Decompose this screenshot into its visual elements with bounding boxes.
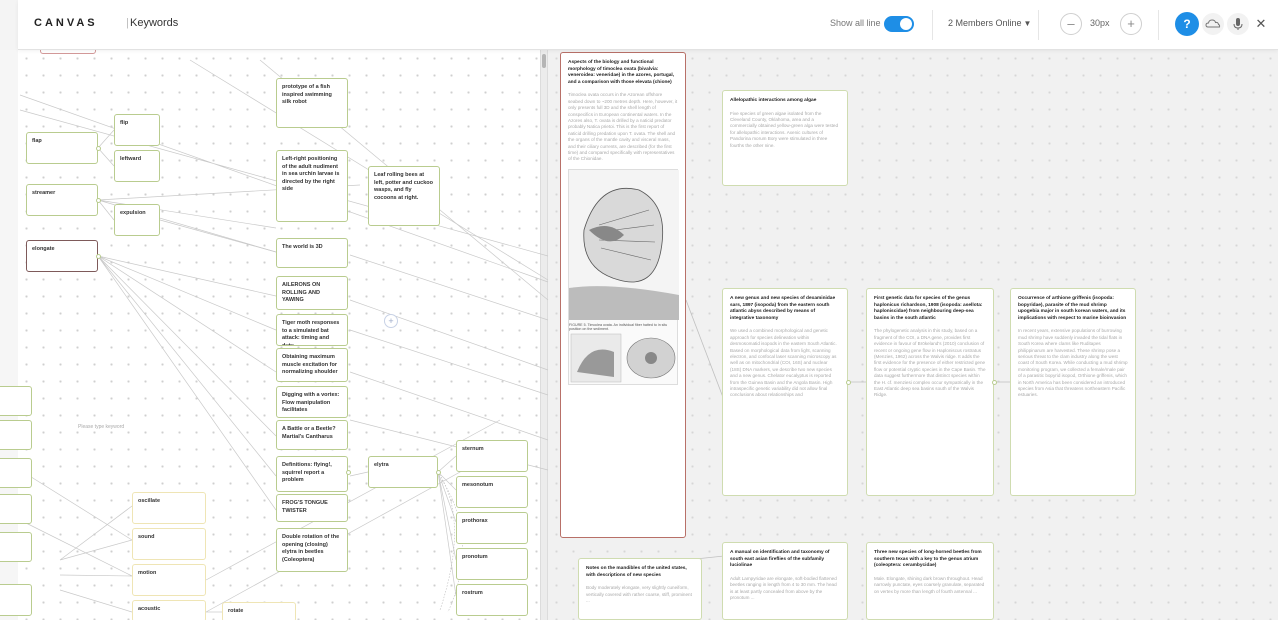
shell-illustration bbox=[569, 169, 679, 320]
keyword-node-sound[interactable]: sound bbox=[132, 528, 206, 560]
page-title: Keywords bbox=[130, 17, 179, 29]
paper-title: Occurrence of arthione griffenis (isopod… bbox=[1018, 296, 1127, 321]
keyword-node-left-right[interactable]: Left-right positioning of the adult nudi… bbox=[276, 150, 348, 222]
keyword-node-acoustic[interactable]: acoustic bbox=[132, 600, 206, 620]
paper-title: A manual on identification and taxonomy … bbox=[730, 550, 830, 569]
keyword-node-ailerons[interactable]: AILERONS ON ROLLING AND YAWING bbox=[276, 276, 348, 310]
keyword-node-prothorax[interactable]: prothorax bbox=[456, 512, 528, 544]
chevron-down-icon: ▼ bbox=[1023, 19, 1032, 28]
paper-card-arthione[interactable]: Occurrence of arthione griffenis (isopod… bbox=[1010, 288, 1136, 496]
keyword-node-frogs-tongue[interactable]: FROG'S TONGUE TWISTER bbox=[276, 494, 348, 522]
keyword-node-partial[interactable] bbox=[0, 494, 32, 524]
connector-port[interactable] bbox=[436, 470, 441, 475]
keyword-node-definitions[interactable]: Definitions: flying!, squirrel report a … bbox=[276, 456, 348, 492]
keyword-node-motion[interactable]: motion bbox=[132, 564, 206, 596]
keyword-node-sternum[interactable]: sternum bbox=[456, 440, 528, 472]
connector-port[interactable] bbox=[992, 380, 997, 385]
members-online-label: 2 Members Online bbox=[948, 18, 1022, 28]
splitter-grip-icon[interactable] bbox=[542, 54, 546, 68]
show-all-lines-label: Show all line bbox=[830, 18, 881, 28]
keyword-node-leftward[interactable]: leftward bbox=[114, 150, 160, 182]
keyword-node-pronotum[interactable]: pronotum bbox=[456, 548, 528, 580]
toolbar-divider bbox=[932, 10, 933, 40]
paper-abstract: The phylogenetic analysis in this study,… bbox=[874, 328, 986, 398]
figure-plates bbox=[570, 333, 676, 383]
paper-title: Notes on the mandibles of the united sta… bbox=[586, 566, 687, 578]
app-logo[interactable]: CANVAS bbox=[34, 17, 98, 29]
connector-port[interactable] bbox=[846, 380, 851, 385]
paper-abstract: Body moderately elongate, very slightly … bbox=[586, 585, 692, 603]
figure-caption: FIGURE 5. Timoclea ovata. An individual … bbox=[569, 322, 668, 332]
keyword-node-partial[interactable] bbox=[0, 584, 32, 616]
paper-abstract: Adult Lampyridae are elongate, soft-bodi… bbox=[730, 575, 837, 600]
keyword-node-digging[interactable]: Digging with a vortex: Flow manipulation… bbox=[276, 386, 348, 418]
keyword-node-mesonotum[interactable]: mesonotum bbox=[456, 476, 528, 508]
paper-abstract: In recent years, extensive populations o… bbox=[1018, 328, 1128, 398]
paper-card-haplonicus[interactable]: First genetic data for species of the ge… bbox=[866, 288, 994, 496]
connector-port[interactable] bbox=[346, 470, 351, 475]
paper-card-longhorned[interactable]: Three new species of long-horned beetles… bbox=[866, 542, 994, 620]
keyword-input-placeholder[interactable]: Please type keyword bbox=[78, 424, 158, 436]
keyword-node-flap[interactable]: flap bbox=[26, 132, 98, 164]
toolbar-divider bbox=[1038, 10, 1039, 40]
connector-port[interactable] bbox=[96, 198, 101, 203]
zoom-out-button[interactable]: – bbox=[1060, 13, 1082, 35]
paper-abstract: Timoclea ovata occurs in the Azorean off… bbox=[568, 92, 678, 162]
keyword-node-flip[interactable]: flip bbox=[114, 114, 160, 146]
paper-card-allelopathic[interactable]: Allelopathic interactions among algae Fi… bbox=[722, 90, 848, 186]
keyword-node-partial[interactable] bbox=[0, 458, 32, 488]
paper-abstract: Five species of green algae isolated fro… bbox=[730, 110, 839, 148]
paper-card-fireflies[interactable]: A manual on identification and taxonomy … bbox=[722, 542, 848, 620]
add-node-button[interactable]: + bbox=[384, 314, 398, 328]
keyword-node-oscillate[interactable]: oscillate bbox=[132, 492, 206, 524]
keyword-node-partial[interactable] bbox=[0, 420, 32, 450]
zoom-in-button[interactable]: + bbox=[1120, 13, 1142, 35]
paper-title: Three new species of long-horned beetles… bbox=[874, 550, 982, 569]
keyword-node-double-rotation[interactable]: Double rotation of the opening (closing)… bbox=[276, 528, 348, 572]
keyword-node-partial[interactable] bbox=[0, 386, 32, 416]
keyword-node-expulsion[interactable]: expulsion bbox=[114, 204, 160, 236]
paper-abstract: We used a combined morphological and gen… bbox=[730, 328, 837, 398]
keyword-node-rostrum[interactable]: rostrum bbox=[456, 584, 528, 616]
keyword-node-prototype[interactable]: prototype of a fish inspired swimming si… bbox=[276, 78, 348, 128]
toolbar-divider bbox=[1158, 10, 1159, 40]
toggle-knob bbox=[900, 18, 912, 30]
cloud-sync-icon[interactable] bbox=[1201, 12, 1225, 36]
paper-title: A new genus and new species of dexaminid… bbox=[730, 296, 836, 321]
zoom-level: 30px bbox=[1090, 18, 1110, 28]
keyword-node-obtaining[interactable]: Obtaining maximum muscle excitation for … bbox=[276, 348, 348, 382]
title-separator: | bbox=[126, 17, 129, 29]
close-icon[interactable]: ✕ bbox=[1251, 12, 1271, 36]
keyword-node-tiger-moth[interactable]: Tiger moth responses to a simulated bat … bbox=[276, 314, 348, 346]
keyword-node-partial[interactable] bbox=[0, 532, 32, 562]
paper-card-mandibles[interactable]: Notes on the mandibles of the united sta… bbox=[578, 558, 702, 620]
keyword-node-battle-beetle[interactable]: A Battle or a Beetle? Martial's Cantharu… bbox=[276, 420, 348, 450]
keyword-node-elytra[interactable]: elytra bbox=[368, 456, 438, 488]
connector-port[interactable] bbox=[96, 254, 101, 259]
keyword-node-world-3d[interactable]: The world is 3D bbox=[276, 238, 348, 268]
paper-card-timoclea[interactable]: Aspects of the biology and functional mo… bbox=[560, 52, 686, 538]
keyword-node-leaf-rolling[interactable]: Leaf rolling bees at left, potter and cu… bbox=[368, 166, 440, 226]
members-online-dropdown[interactable]: 2 Members Online ▼ bbox=[948, 18, 1031, 28]
paper-title: Allelopathic interactions among algae bbox=[730, 98, 817, 103]
paper-card-dexaminid[interactable]: A new genus and new species of dexaminid… bbox=[722, 288, 848, 496]
paper-figure: FIGURE 5. Timoclea ovata. An individual … bbox=[568, 168, 679, 386]
keyword-node-rotate[interactable]: rotate bbox=[222, 602, 296, 620]
panel-splitter[interactable] bbox=[540, 50, 548, 620]
keyword-node-elongate[interactable]: elongate bbox=[26, 240, 98, 272]
connector-port[interactable] bbox=[96, 146, 101, 151]
keyword-node-streamer[interactable]: streamer bbox=[26, 184, 98, 216]
paper-title: Aspects of the biology and functional mo… bbox=[568, 60, 675, 85]
paper-abstract: Male. Elongate, shining dark brown throu… bbox=[874, 575, 985, 594]
paper-title: First genetic data for species of the ge… bbox=[874, 296, 983, 321]
show-all-lines-toggle[interactable] bbox=[884, 16, 914, 32]
top-toolbar: CANVAS | Keywords Show all line 2 Member… bbox=[18, 0, 1278, 50]
help-button[interactable]: ? bbox=[1175, 12, 1199, 36]
microphone-icon[interactable] bbox=[1226, 12, 1250, 36]
